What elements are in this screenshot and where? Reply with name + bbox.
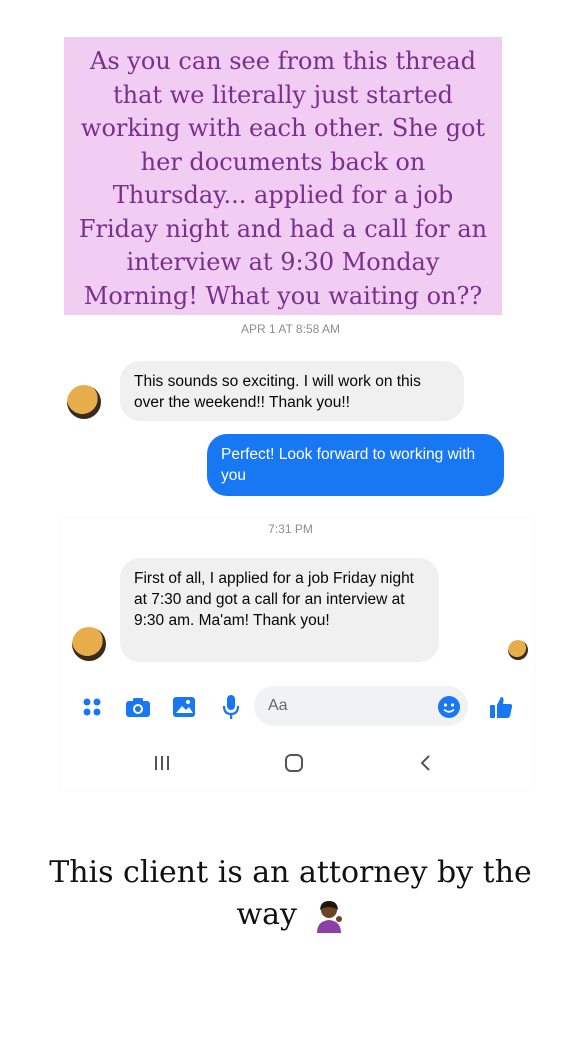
microphone-icon[interactable] (218, 694, 244, 720)
back-icon[interactable] (411, 750, 441, 776)
outgoing-message[interactable]: Perfect! Look forward to working with yo… (207, 434, 504, 496)
camera-icon[interactable] (125, 694, 151, 720)
emoji-icon[interactable] (436, 694, 462, 720)
timestamp: APR 1 AT 8:58 AM (241, 322, 340, 336)
incoming-message[interactable]: First of all, I applied for a job Friday… (120, 558, 439, 662)
contact-avatar[interactable] (72, 627, 106, 661)
footer-text: This client is an attorney by the way (49, 855, 532, 932)
gallery-icon[interactable] (171, 694, 197, 720)
apps-icon[interactable] (79, 694, 105, 720)
contact-avatar[interactable] (67, 385, 101, 419)
message-text-field[interactable] (266, 696, 430, 716)
incoming-message[interactable]: This sounds so exciting. I will work on … (120, 361, 464, 421)
story-caption: As you can see from this thread that we … (64, 37, 502, 315)
footer-caption: This client is an attorney by the way (20, 852, 561, 936)
seen-avatar (508, 640, 528, 660)
person-tipping-hand-icon (313, 899, 345, 933)
timestamp: 7:31 PM (268, 522, 313, 536)
like-icon[interactable] (488, 694, 514, 720)
recent-apps-icon[interactable] (147, 750, 177, 776)
home-icon[interactable] (279, 750, 309, 776)
